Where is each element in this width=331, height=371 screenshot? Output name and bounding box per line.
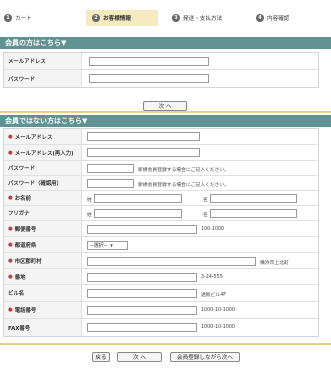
required-mark: ● [8, 133, 13, 140]
step-shipping-payment: 3 発送・支払方法 [172, 10, 222, 26]
guest-city-row: ● 市区郡町村 横浜市上北町 [4, 253, 318, 269]
step-label: 発送・支払方法 [183, 16, 223, 22]
member-password-row: パスワード [4, 70, 318, 87]
step-number: 4 [256, 14, 264, 22]
zip-example: 100-1000 [201, 227, 225, 232]
kana-first-input[interactable] [210, 209, 297, 218]
back-button[interactable]: 戻る [92, 352, 110, 362]
kana-last-input[interactable] [94, 209, 182, 218]
step-cart: 1 カート [4, 10, 32, 26]
guest-section-title: 会員ではない方はこちら▼ [0, 115, 331, 127]
member-login-form: メールアドレス パスワード [3, 52, 319, 88]
fax-example: 1000-10-1000 [201, 325, 235, 330]
zip-input[interactable] [87, 225, 197, 234]
guest-email-input[interactable] [87, 132, 200, 141]
guest-name-label: ● お名前 [4, 191, 82, 205]
required-mark: ● [8, 307, 13, 313]
section-divider [0, 111, 331, 113]
tel-example: 1000-10-1000 [201, 308, 235, 313]
member-email-input[interactable] [89, 57, 209, 66]
guest-tel-label: ● 電話番号 [4, 302, 82, 318]
guest-password-confirm-note: 新規会員登録する場合にご記入ください。 [138, 183, 230, 188]
last-name-input[interactable] [94, 194, 182, 203]
address-example: 3-24-555 [201, 275, 223, 280]
first-name-prefix: 名 [203, 198, 208, 203]
guest-email-confirm-input[interactable] [87, 148, 200, 157]
step-label: カート [15, 16, 32, 22]
guest-email-row: ● メールアドレス [4, 129, 318, 145]
member-password-label: パスワード [4, 70, 82, 87]
required-mark: ● [8, 241, 13, 248]
member-section-title: 会員の方はこちら▼ [0, 37, 331, 49]
tel-input[interactable] [87, 306, 197, 315]
step-number: 1 [4, 14, 12, 22]
step-customer-info: 2 お客様情報 [86, 10, 158, 26]
guest-password-row: パスワード 新規会員登録する場合にご記入ください。 [4, 161, 318, 176]
city-example: 横浜市上北町 [260, 261, 289, 266]
required-mark: ● [8, 195, 13, 201]
guest-password-label: パスワード [4, 161, 82, 175]
guest-address-row: ● 番地 3-24-555 [4, 269, 318, 285]
checkout-steps: 1 カート 2 お客様情報 3 発送・支払方法 4 内容確認 [0, 10, 331, 26]
kana-last-prefix: 姓 [87, 213, 92, 218]
guest-zip-label: ● 郵便番号 [4, 221, 82, 236]
building-example: 透板ビル4F [201, 293, 226, 298]
guest-form: ● メールアドレス ● メールアドレス(再入力) パスワード 新規会員登録する場合に… [3, 128, 319, 337]
next-button[interactable]: 次 へ [117, 352, 162, 362]
guest-city-label: ● 市区郡町村 [4, 253, 82, 268]
guest-kana-label: フリガナ [4, 206, 82, 220]
guest-address-label: ● 番地 [4, 269, 82, 284]
step-number: 2 [92, 14, 100, 22]
guest-tel-row: ● 電話番号 1000-10-1000 [4, 302, 318, 319]
register-and-next-button[interactable]: 会員登録しながら次へ [170, 352, 240, 362]
guest-password-note: 新規会員登録する場合にご記入ください。 [138, 168, 230, 173]
step-label: お客様情報 [103, 16, 131, 22]
member-next-button[interactable]: 次 へ [143, 101, 187, 111]
guest-kana-row: フリガナ 姓 名 [4, 206, 318, 221]
chevron-down-icon: ▾ [110, 242, 113, 249]
required-mark: ● [8, 225, 13, 232]
step-number: 3 [172, 14, 180, 22]
section-divider [0, 343, 331, 345]
guest-building-row: ビル名 透板ビル4F [4, 285, 318, 302]
guest-fax-row: FAX番号 1000-10-1000 [4, 319, 318, 336]
member-email-row: メールアドレス [4, 53, 318, 70]
address-input[interactable] [87, 273, 197, 282]
step-confirm: 4 内容確認 [256, 10, 289, 26]
guest-zip-row: ● 郵便番号 100-1000 [4, 221, 318, 237]
kana-first-prefix: 名 [203, 213, 208, 218]
guest-email-confirm-label: ● メールアドレス(再入力) [4, 145, 82, 160]
fax-input[interactable] [87, 323, 197, 332]
guest-pref-label: ● 都道府県 [4, 237, 82, 252]
guest-building-label: ビル名 [4, 285, 82, 301]
guest-fax-label: FAX番号 [4, 319, 82, 336]
prefecture-select[interactable]: --選択-- ▾ [87, 241, 128, 250]
guest-password-confirm-input[interactable] [87, 179, 134, 188]
member-email-label: メールアドレス [4, 53, 82, 69]
guest-password-input[interactable] [87, 164, 134, 173]
required-mark: ● [8, 257, 13, 264]
guest-password-confirm-label: パスワード（確認用） [4, 176, 82, 190]
guest-pref-row: ● 都道府県 --選択-- ▾ [4, 237, 318, 253]
last-name-prefix: 姓 [87, 198, 92, 203]
first-name-input[interactable] [210, 194, 297, 203]
building-input[interactable] [87, 289, 197, 298]
required-mark: ● [8, 273, 13, 280]
guest-password-confirm-row: パスワード（確認用） 新規会員登録する場合にご記入ください。 [4, 176, 318, 191]
guest-email-confirm-row: ● メールアドレス(再入力) [4, 145, 318, 161]
required-mark: ● [8, 149, 13, 156]
guest-email-label: ● メールアドレス [4, 129, 82, 144]
step-label: 内容確認 [267, 16, 290, 22]
guest-name-row: ● お名前 姓 名 [4, 191, 318, 206]
city-input[interactable] [87, 257, 256, 266]
member-password-input[interactable] [89, 74, 209, 83]
